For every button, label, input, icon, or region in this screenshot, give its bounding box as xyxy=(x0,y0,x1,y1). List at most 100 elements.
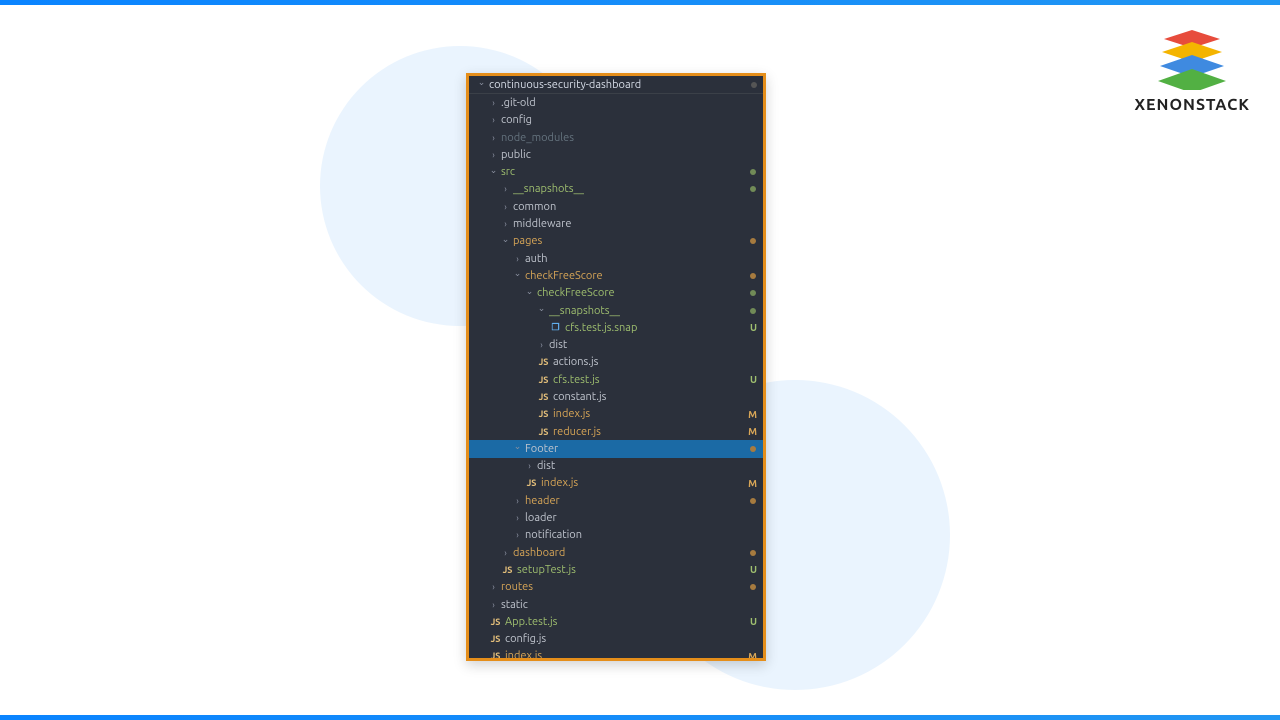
chevron-right-icon[interactable] xyxy=(525,461,534,471)
tree-row[interactable]: dist xyxy=(469,336,763,353)
tree-row[interactable]: .git-old xyxy=(469,94,763,111)
tree-row[interactable]: config xyxy=(469,112,763,129)
chevron-down-icon[interactable] xyxy=(513,270,522,281)
tree-row[interactable]: loader xyxy=(469,509,763,526)
git-status-dot xyxy=(750,273,756,279)
tree-row[interactable]: __snapshots__ xyxy=(469,181,763,198)
js-file-icon: JS xyxy=(489,617,502,627)
tree-row[interactable]: middleware xyxy=(469,215,763,232)
tree-row[interactable]: JSconfig.js xyxy=(469,631,763,648)
tree-item-label: dist xyxy=(537,460,555,472)
tree-row[interactable]: checkFreeScore xyxy=(469,285,763,302)
chevron-right-icon[interactable] xyxy=(489,115,498,125)
git-status-dot xyxy=(750,238,756,244)
tree-item-label: index.js xyxy=(553,408,590,420)
tree-item-label: reducer.js xyxy=(553,426,601,438)
js-file-icon: JS xyxy=(525,478,538,488)
chevron-right-icon[interactable] xyxy=(489,582,498,592)
js-file-icon: JS xyxy=(537,357,550,367)
git-modified-badge: M xyxy=(748,409,757,420)
chevron-right-icon[interactable] xyxy=(501,202,510,212)
tree-item-label: public xyxy=(501,149,531,161)
tree-item-label: index.js xyxy=(505,650,542,661)
tree-row[interactable]: continuous-security-dashboard xyxy=(469,76,763,94)
tree-row[interactable]: JSindex.js M xyxy=(469,406,763,423)
tree-row[interactable]: JScfs.test.jsU xyxy=(469,371,763,388)
file-explorer-panel[interactable]: continuous-security-dashboard .git-old con… xyxy=(466,73,766,661)
chevron-right-icon[interactable] xyxy=(489,600,498,610)
chevron-right-icon[interactable] xyxy=(513,496,522,506)
tree-row[interactable]: src xyxy=(469,163,763,180)
tree-item-label: __snapshots__ xyxy=(513,183,584,195)
chevron-down-icon[interactable] xyxy=(501,236,510,247)
git-status-dot xyxy=(750,186,756,192)
tree-item-label: App.test.js xyxy=(505,616,557,628)
git-status-dot xyxy=(750,290,756,296)
git-status-dot xyxy=(750,446,756,452)
tree-row[interactable]: header xyxy=(469,492,763,509)
tree-row[interactable]: pages xyxy=(469,233,763,250)
tree-item-label: routes xyxy=(501,581,533,593)
tree-row[interactable]: JSsetupTest.jsU xyxy=(469,561,763,578)
chevron-right-icon[interactable] xyxy=(501,548,510,558)
tree-item-label: config xyxy=(501,114,532,126)
chevron-right-icon[interactable] xyxy=(537,340,546,350)
tree-row[interactable]: checkFreeScore xyxy=(469,267,763,284)
tree-row[interactable]: dashboard xyxy=(469,544,763,561)
chevron-right-icon[interactable] xyxy=(513,254,522,264)
git-status-dot xyxy=(750,308,756,314)
tree-item-label: common xyxy=(513,201,556,213)
tree-row[interactable]: JSactions.js xyxy=(469,354,763,371)
tree-item-label: static xyxy=(501,599,528,611)
git-status-dot xyxy=(750,498,756,504)
chevron-right-icon[interactable] xyxy=(501,184,510,194)
tree-row[interactable]: common xyxy=(469,198,763,215)
chevron-down-icon[interactable] xyxy=(513,443,522,454)
tree-item-label: actions.js xyxy=(553,356,598,368)
chevron-down-icon[interactable] xyxy=(477,79,486,90)
tree-row[interactable]: auth xyxy=(469,250,763,267)
chevron-right-icon[interactable] xyxy=(489,150,498,160)
chevron-right-icon[interactable] xyxy=(489,98,498,108)
chevron-down-icon[interactable] xyxy=(489,167,498,178)
tree-row[interactable]: static xyxy=(469,596,763,613)
chevron-right-icon[interactable] xyxy=(489,133,498,143)
git-modified-badge: M xyxy=(748,651,757,661)
tree-item-label: dashboard xyxy=(513,547,565,559)
tree-item-label: src xyxy=(501,166,515,178)
tree-item-label: auth xyxy=(525,253,548,265)
tree-item-label: continuous-security-dashboard xyxy=(489,79,641,91)
tree-row[interactable]: routes xyxy=(469,579,763,596)
tree-row[interactable]: JSindex.jsM xyxy=(469,475,763,492)
tree-row[interactable]: __snapshots__ xyxy=(469,302,763,319)
chevron-down-icon[interactable] xyxy=(537,305,546,316)
tree-row[interactable]: public xyxy=(469,146,763,163)
git-untracked-badge: U xyxy=(750,322,757,333)
chevron-right-icon[interactable] xyxy=(513,513,522,523)
tree-item-label: checkFreeScore xyxy=(537,287,615,299)
chevron-down-icon[interactable] xyxy=(525,288,534,299)
tree-item-label: checkFreeScore xyxy=(525,270,603,282)
tree-row[interactable]: node_modules xyxy=(469,129,763,146)
tree-row[interactable]: JSconstant.js xyxy=(469,388,763,405)
git-modified-badge: M xyxy=(748,426,757,437)
git-untracked-badge: U xyxy=(750,616,757,627)
tree-item-label: loader xyxy=(525,512,557,524)
tree-row[interactable]: JSApp.test.js U xyxy=(469,613,763,630)
chevron-right-icon[interactable] xyxy=(501,219,510,229)
tree-row[interactable]: notification xyxy=(469,527,763,544)
js-file-icon: JS xyxy=(537,409,550,419)
tree-item-label: .git-old xyxy=(501,97,536,109)
bottom-accent-bar xyxy=(0,715,1280,720)
tree-row[interactable]: Footer xyxy=(469,440,763,457)
js-file-icon: JS xyxy=(489,634,502,644)
chevron-right-icon[interactable] xyxy=(513,530,522,540)
tree-row[interactable]: JSindex.jsM xyxy=(469,648,763,661)
tree-row[interactable]: JSreducer.jsM xyxy=(469,423,763,440)
brand-text: XENONSTACK xyxy=(1134,96,1250,114)
js-file-icon: JS xyxy=(501,565,514,575)
tree-item-label: config.js xyxy=(505,633,546,645)
tree-row[interactable]: ❐cfs.test.js.snapU xyxy=(469,319,763,336)
tree-item-label: Footer xyxy=(525,443,558,455)
tree-row[interactable]: dist xyxy=(469,458,763,475)
